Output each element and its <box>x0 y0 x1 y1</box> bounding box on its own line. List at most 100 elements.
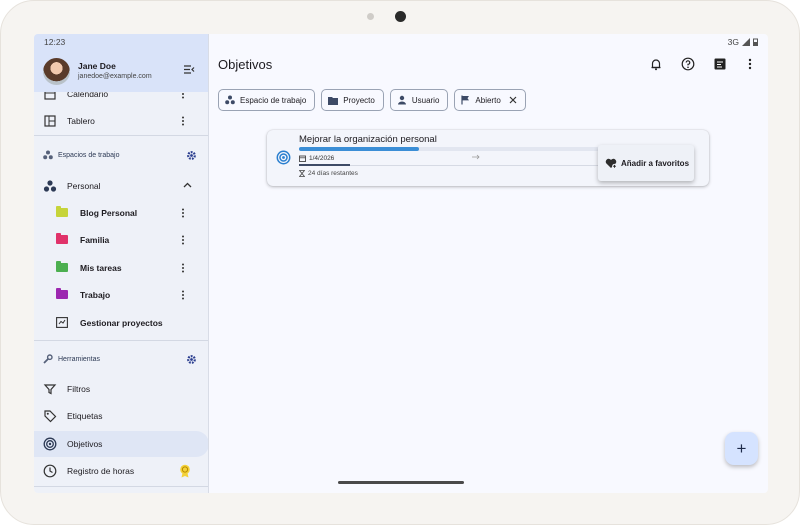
menu-collapse-icon[interactable] <box>184 65 195 74</box>
battery-icon <box>753 38 758 46</box>
project-label: Blog Personal <box>80 208 138 218</box>
drawer-item-goals[interactable]: Objetivos <box>34 431 208 457</box>
drawer-header: 12:23 Jane Doe janedoe@example.com <box>34 34 208 92</box>
project-label: Mis tareas <box>80 263 122 273</box>
status-bar: 3G <box>210 34 768 50</box>
page-title: Objetivos <box>218 57 273 72</box>
front-camera <box>395 11 406 22</box>
chip-project[interactable]: Proyecto <box>321 89 384 111</box>
project-label: Trabajo <box>80 290 111 300</box>
workspaces-section-header: Espacios de trabajo <box>34 146 208 166</box>
tools-section-header: Herramientas <box>34 350 208 370</box>
more-vert-icon[interactable] <box>181 290 185 300</box>
user-email: janedoe@example.com <box>78 73 152 80</box>
drawer-item-label: Objetivos <box>67 439 103 449</box>
goal-date: 1/4/2026 <box>299 155 334 162</box>
user-name: Jane Doe <box>78 61 116 71</box>
avatar[interactable] <box>43 58 70 85</box>
screen: Calendario 12:23 Jane Doe janedoe@exampl… <box>34 34 768 493</box>
goal-progress-bar <box>299 147 599 151</box>
wrench-icon <box>43 354 53 364</box>
project-item[interactable]: Mis tareas <box>34 255 208 281</box>
drawer-item-label: Filtros <box>67 384 91 394</box>
folder-icon <box>328 96 339 105</box>
drawer-item-board[interactable]: Tablero <box>34 108 208 134</box>
more-vert-icon[interactable] <box>743 57 757 71</box>
navigation-drawer: Calendario 12:23 Jane Doe janedoe@exampl… <box>34 34 209 493</box>
folder-icon <box>56 206 68 217</box>
divider <box>34 135 208 136</box>
section-title: Espacios de trabajo <box>58 152 120 159</box>
divider <box>34 486 208 487</box>
help-icon[interactable] <box>681 57 695 71</box>
more-vert-icon[interactable] <box>181 208 185 218</box>
board-icon <box>44 115 56 127</box>
filter-chips: Espacio de trabajo Proyecto Usuario Abie… <box>218 89 526 111</box>
status-icons: 3G <box>728 37 758 47</box>
chevron-up-icon[interactable] <box>183 182 192 188</box>
signal-icon <box>742 38 750 46</box>
workspace-icon <box>225 95 235 105</box>
section-title: Herramientas <box>58 356 101 363</box>
goal-progress-fill <box>299 147 419 151</box>
clock-icon <box>43 464 57 478</box>
gear-icon[interactable] <box>186 150 197 161</box>
project-item[interactable]: Trabajo <box>34 282 208 308</box>
sensor-dot <box>367 13 374 20</box>
more-vert-icon[interactable] <box>181 235 185 245</box>
drawer-item-tags[interactable]: Etiquetas <box>34 403 208 429</box>
goal-remaining: 24 días restantes <box>299 170 358 177</box>
status-bar: 12:23 <box>34 34 208 50</box>
add-to-favorites-menu-item[interactable]: Añadir a favoritos <box>598 145 694 181</box>
bell-icon[interactable] <box>649 57 663 71</box>
project-item[interactable]: Familia <box>34 227 208 253</box>
goal-time-fill <box>299 164 350 166</box>
checklist-icon[interactable] <box>713 57 727 71</box>
folder-icon <box>56 261 68 272</box>
project-item[interactable]: Blog Personal <box>34 200 208 226</box>
manage-projects-label: Gestionar proyectos <box>80 318 163 328</box>
goal-remaining-text: 24 días restantes <box>308 170 358 177</box>
folder-icon <box>56 233 68 244</box>
network-type: 3G <box>727 37 739 47</box>
main-content: 3G Objetivos Espacio de trabajo Proyecto <box>210 34 768 493</box>
divider <box>34 340 208 341</box>
person-icon <box>397 95 406 105</box>
gesture-bar[interactable] <box>338 481 464 484</box>
goal-time-bar <box>299 164 599 166</box>
tablet-frame: Calendario 12:23 Jane Doe janedoe@exampl… <box>0 0 800 525</box>
popup-label: Añadir a favoritos <box>621 158 690 168</box>
manage-projects-item[interactable]: Gestionar proyectos <box>34 310 208 336</box>
drawer-item-personal-workspace[interactable]: Personal <box>34 173 208 199</box>
goal-date-text: 1/4/2026 <box>309 155 335 162</box>
hourglass-icon <box>299 170 305 177</box>
chip-label: Abierto <box>475 95 501 105</box>
drawer-item-label: Personal <box>67 181 101 191</box>
drawer-item-label: Tablero <box>67 116 95 126</box>
close-icon[interactable] <box>509 96 517 104</box>
arrow-right-icon <box>472 154 480 160</box>
tag-icon <box>44 410 57 423</box>
target-icon <box>43 437 57 451</box>
gear-icon[interactable] <box>186 354 197 365</box>
status-time: 12:23 <box>44 37 66 47</box>
flag-icon <box>461 95 470 105</box>
chip-workspace[interactable]: Espacio de trabajo <box>218 89 316 111</box>
drawer-item-label: Registro de horas <box>67 466 135 476</box>
chip-user[interactable]: Usuario <box>389 89 449 111</box>
drawer-item-label: Etiquetas <box>67 411 103 421</box>
drawer-item-time-tracking[interactable]: Registro de horas <box>34 458 208 484</box>
manage-projects-icon <box>56 317 68 328</box>
more-vert-icon[interactable] <box>181 116 185 126</box>
project-label: Familia <box>80 235 110 245</box>
premium-badge-icon <box>180 464 190 478</box>
drawer-item-filters[interactable]: Filtros <box>34 376 208 402</box>
chip-open[interactable]: Abierto <box>454 89 526 111</box>
add-goal-fab[interactable]: + <box>725 432 758 465</box>
more-vert-icon[interactable] <box>181 263 185 273</box>
chip-label: Usuario <box>411 95 440 105</box>
workspace-icon <box>43 180 57 192</box>
folder-icon <box>56 288 68 299</box>
chip-label: Proyecto <box>343 95 375 105</box>
filter-icon <box>43 384 57 395</box>
